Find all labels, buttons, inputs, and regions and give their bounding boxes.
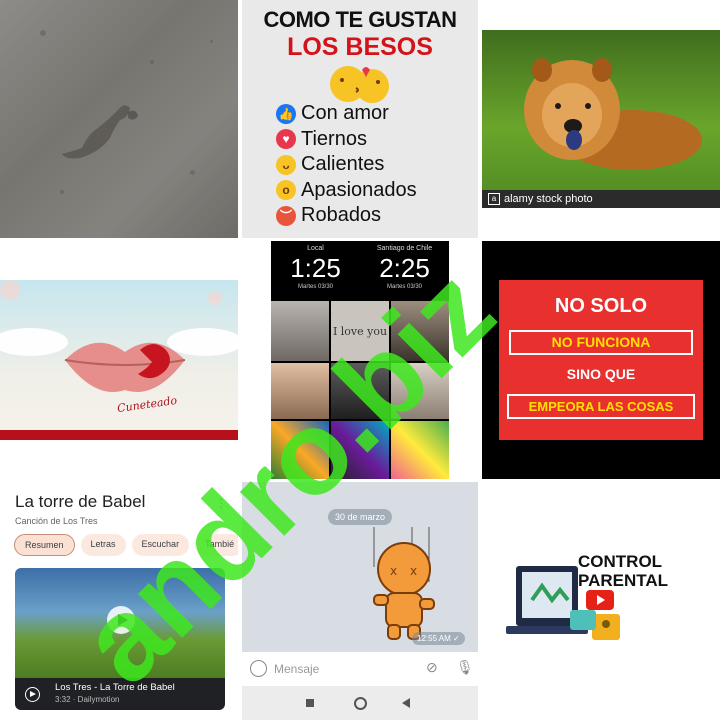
chip-escuchar[interactable]: Escuchar bbox=[131, 534, 190, 556]
angry-icon: ︶ bbox=[276, 205, 296, 226]
video-meta: 3:32 · Dailymotion bbox=[55, 695, 120, 704]
nosolo-red-box: NO SOLO NO FUNCIONA SINO QUE EMPEORA LAS… bbox=[499, 280, 703, 440]
clock-santiago: Santiago de Chile 2:25 Martes 03/30 bbox=[376, 245, 433, 290]
alamy-watermark-bar: a alamy stock photo bbox=[482, 190, 720, 208]
nosolo-line1: NO SOLO bbox=[554, 295, 648, 317]
recents-icon[interactable] bbox=[306, 699, 314, 707]
collage-tile bbox=[271, 363, 329, 419]
android-nav-bar bbox=[242, 686, 478, 720]
collage-tile-love: I love you bbox=[331, 301, 389, 361]
chip-resumen[interactable]: Resumen bbox=[14, 534, 75, 556]
play-circle-icon[interactable] bbox=[25, 687, 40, 702]
svg-text:x: x bbox=[390, 564, 397, 578]
nosolo-line4: EMPEORA LAS COSAS bbox=[507, 394, 695, 419]
parental-title-line2: PARENTAL bbox=[578, 571, 669, 590]
nosolo-line2: NO FUNCIONA bbox=[509, 330, 693, 355]
nosolo-line3: SINO QUE bbox=[566, 366, 636, 382]
chip-letras[interactable]: Letras bbox=[80, 534, 126, 556]
besos-title-line2: LOS BESOS bbox=[287, 33, 433, 61]
besos-title-line1: COMO TE GUSTAN bbox=[263, 7, 457, 32]
collage-tile bbox=[391, 301, 449, 361]
collage-tile bbox=[271, 421, 329, 479]
collage-tile bbox=[331, 363, 389, 419]
song-chips: Resumen Letras Escuchar Tambié bbox=[14, 534, 238, 556]
list-item: ︶ Robados bbox=[276, 203, 417, 229]
song-subtitle: Canción de Los Tres bbox=[15, 516, 98, 526]
microphone-icon[interactable]: 🎙 bbox=[456, 659, 474, 676]
song-title: La torre de Babel bbox=[15, 492, 146, 511]
wow-icon: o bbox=[276, 180, 296, 201]
collage-tile bbox=[331, 421, 389, 479]
concrete-footprint-image[interactable] bbox=[0, 0, 238, 238]
telegram-chat-screenshot[interactable]: 30 de marzo x x 12:55 AM ✓ Mensaje ⊘ 🎙 bbox=[242, 482, 478, 720]
kissing-emoji-icon bbox=[330, 66, 389, 103]
video-thumbnail[interactable] bbox=[15, 568, 225, 678]
alamy-logo-icon: a bbox=[488, 193, 500, 205]
chip-tambien[interactable]: Tambié bbox=[195, 534, 238, 556]
collage-tile bbox=[391, 363, 449, 419]
lips-wings-image[interactable]: Cuneteado bbox=[0, 280, 238, 440]
alamy-watermark-text: alamy stock photo bbox=[504, 193, 593, 205]
footprint-icon bbox=[62, 105, 138, 159]
love-collage-image[interactable]: Local 1:25 Martes 03/30 Santiago de Chil… bbox=[271, 241, 449, 479]
video-info-bar[interactable]: Los Tres - La Torre de Babel 3:32 · Dail… bbox=[15, 678, 225, 710]
laugh-icon: ᴗ bbox=[276, 154, 296, 175]
voodoo-doll-sticker-icon: x x bbox=[373, 527, 435, 640]
collage-tile bbox=[391, 421, 449, 479]
attach-icon[interactable]: ⊘ bbox=[426, 659, 438, 676]
like-icon: 👍 bbox=[276, 103, 296, 124]
video-title: Los Tres - La Torre de Babel bbox=[55, 682, 175, 693]
parental-title-line1: CONTROL bbox=[578, 552, 663, 571]
besos-meme-image[interactable]: COMO TE GUSTAN LOS BESOS 👍 Con amor ♥ Ti… bbox=[242, 0, 478, 238]
back-icon[interactable] bbox=[402, 698, 410, 708]
parental-title: CONTROL PARENTAL bbox=[578, 552, 668, 590]
control-parental-image[interactable]: CONTROL PARENTAL bbox=[482, 482, 720, 720]
winged-lips-icon bbox=[0, 280, 238, 392]
message-input[interactable]: Mensaje bbox=[274, 662, 319, 676]
dog-stock-photo[interactable]: a alamy stock photo bbox=[482, 30, 720, 208]
list-item: o Apasionados bbox=[276, 178, 417, 204]
lips-footer-bar bbox=[0, 430, 238, 440]
message-timestamp: 12:55 AM ✓ bbox=[412, 632, 465, 645]
play-icon[interactable] bbox=[107, 606, 135, 634]
collage-tile bbox=[271, 301, 329, 361]
svg-text:x: x bbox=[410, 564, 417, 578]
message-input-bar[interactable]: Mensaje ⊘ 🎙 bbox=[242, 652, 478, 686]
nosolo-meme-image[interactable]: NO SOLO NO FUNCIONA SINO QUE EMPEORA LAS… bbox=[482, 241, 720, 479]
list-item: ♥ Tiernos bbox=[276, 127, 417, 153]
youtube-song-card[interactable]: La torre de Babel ⋮ Canción de Los Tres … bbox=[0, 482, 238, 720]
heart-icon: ♥ bbox=[276, 129, 296, 150]
besos-list: 👍 Con amor ♥ Tiernos ᴗ Calientes o Apasi… bbox=[276, 101, 417, 229]
dog-icon bbox=[524, 58, 702, 170]
date-pill: 30 de marzo bbox=[328, 509, 393, 525]
home-icon[interactable] bbox=[354, 697, 367, 710]
list-item: ᴗ Calientes bbox=[276, 152, 417, 178]
list-item: 👍 Con amor bbox=[276, 101, 417, 127]
emoji-icon[interactable] bbox=[250, 660, 267, 677]
clock-local: Local 1:25 Martes 03/30 bbox=[290, 245, 341, 290]
more-options-icon[interactable]: ⋮ bbox=[215, 496, 227, 510]
